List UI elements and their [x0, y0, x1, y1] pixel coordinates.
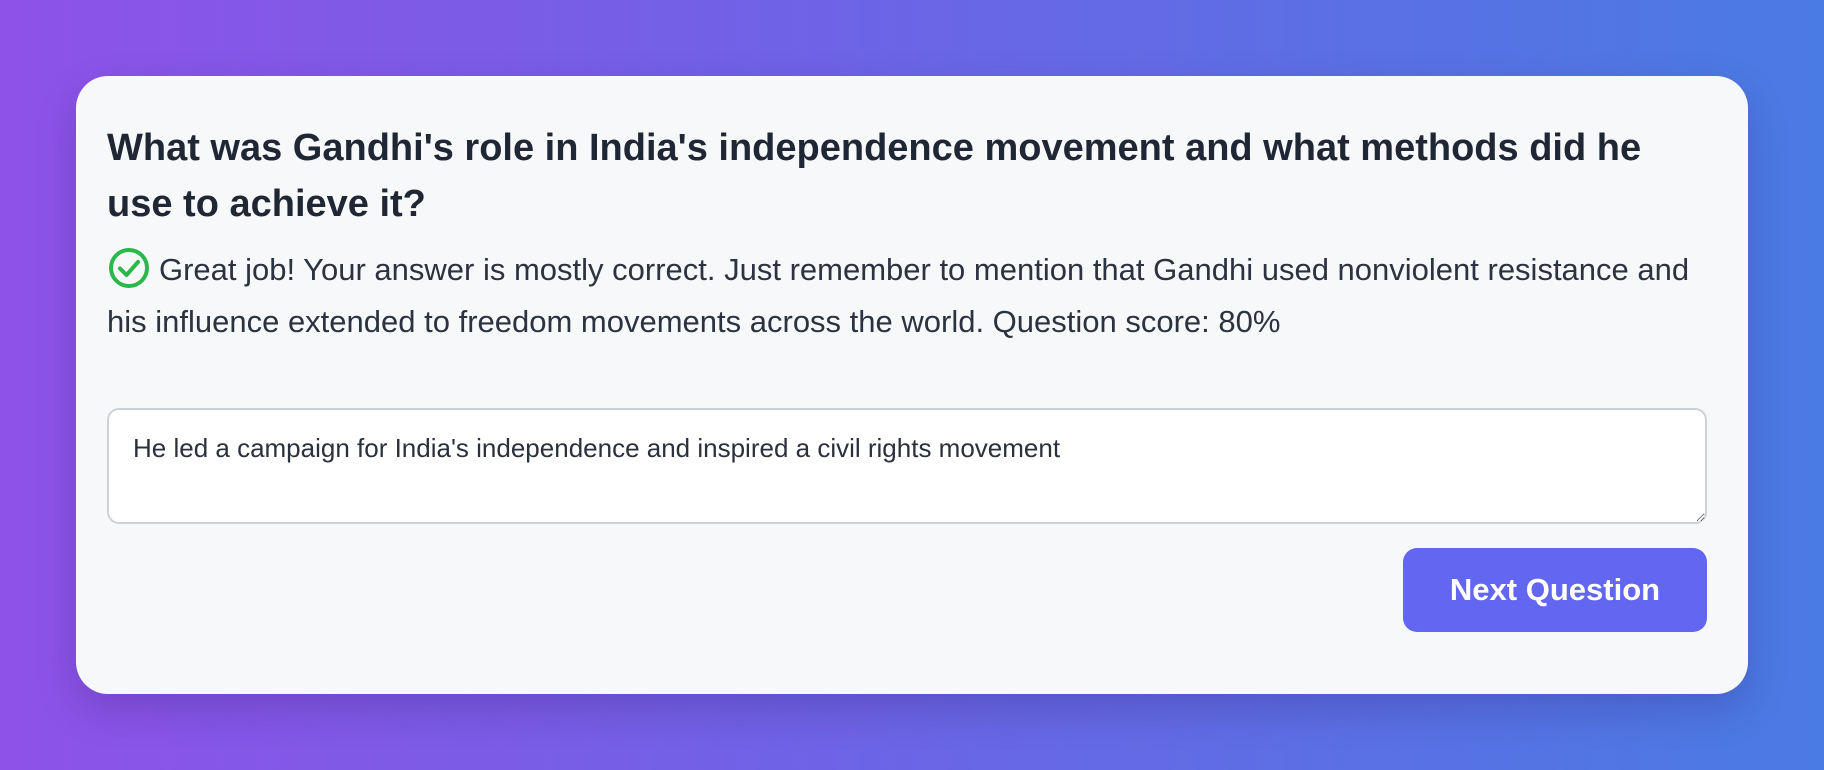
feedback-message: Great job! Your answer is mostly correct…	[107, 244, 1717, 348]
next-question-button[interactable]: Next Question	[1403, 548, 1707, 632]
check-circle-icon	[107, 246, 151, 290]
quiz-card: What was Gandhi's role in India's indepe…	[76, 76, 1748, 694]
answer-input[interactable]: He led a campaign for India's independen…	[107, 408, 1707, 524]
question-title: What was Gandhi's role in India's indepe…	[107, 127, 1642, 225]
feedback-text: Great job! Your answer is mostly correct…	[107, 252, 1690, 339]
